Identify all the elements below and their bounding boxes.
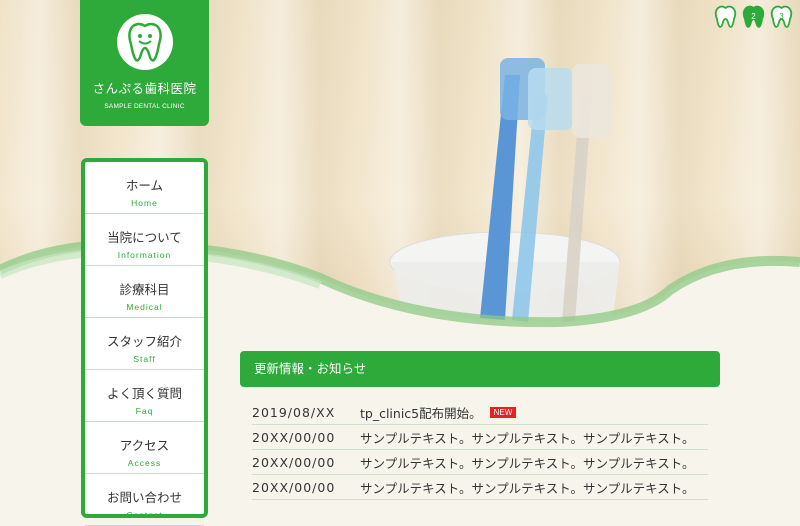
slide-indicator-1[interactable] xyxy=(714,5,737,28)
nav-item-information[interactable]: 当院について Information xyxy=(85,214,204,266)
news-item: 20XX/00/00 サンプルテキスト。サンプルテキスト。サンプルテキスト。 xyxy=(252,425,708,450)
nav-item-sublabel: Faq xyxy=(135,406,154,416)
news-date: 2019/08/XX xyxy=(252,404,336,420)
nav-item-staff[interactable]: スタッフ紹介 Staff xyxy=(85,318,204,370)
slider-indicators: 2 3 xyxy=(714,5,793,28)
nav-item-label: 当院について xyxy=(107,230,182,245)
nav-item-faq[interactable]: よく頂く質問 Faq xyxy=(85,370,204,422)
nav-item-label: アクセス xyxy=(119,438,170,453)
nav-item-label: よく頂く質問 xyxy=(106,386,182,401)
nav-item-access[interactable]: アクセス Access xyxy=(85,422,204,474)
news-link[interactable]: サンプルテキスト。サンプルテキスト。サンプルテキスト。 xyxy=(360,453,695,472)
nav-item-contact[interactable]: お問い合わせ Contact xyxy=(85,474,204,526)
site-logo[interactable]: さんぷる歯科医院 SAMPLE DENTAL CLINIC xyxy=(80,0,209,126)
clinic-name: さんぷる歯科医院 xyxy=(92,81,197,96)
news-link[interactable]: サンプルテキスト。サンプルテキスト。サンプルテキスト。 xyxy=(360,428,695,447)
slide-indicator-2[interactable]: 2 xyxy=(742,5,765,28)
nav-item-medical[interactable]: 診療科目 Medical xyxy=(85,266,204,318)
nav-item-label: ホーム xyxy=(125,178,164,193)
nav-item-home[interactable]: ホーム Home xyxy=(85,162,204,214)
slide-indicator-3[interactable]: 3 xyxy=(770,5,793,28)
nav-item-sublabel: Information xyxy=(117,250,172,260)
nav-item-label: スタッフ紹介 xyxy=(106,334,182,349)
nav-item-sublabel: Staff xyxy=(133,354,156,364)
main-nav: ホーム Home 当院について Information 診療科目 Medical… xyxy=(81,158,208,526)
nav-item-sublabel: Contact xyxy=(126,510,163,520)
nav-item-label: お問い合わせ xyxy=(106,490,182,505)
news-item: 20XX/00/00 サンプルテキスト。サンプルテキスト。サンプルテキスト。 xyxy=(252,475,708,500)
tooth-icon xyxy=(714,5,737,28)
news-list: 2019/08/XX tp_clinic5配布開始。 NEW 20XX/00/0… xyxy=(252,400,708,500)
slide-indicator-label: 2 xyxy=(751,12,756,21)
news-item: 20XX/00/00 サンプルテキスト。サンプルテキスト。サンプルテキスト。 xyxy=(252,450,708,475)
news-date: 20XX/00/00 xyxy=(252,479,336,495)
nav-item-sublabel: Access xyxy=(127,458,162,468)
clinic-subtitle: SAMPLE DENTAL CLINIC xyxy=(104,103,185,110)
tooth-logo-icon xyxy=(116,14,173,70)
news-link[interactable]: tp_clinic5配布開始。 xyxy=(360,403,482,422)
new-badge: NEW xyxy=(489,406,517,418)
nav-item-label: 診療科目 xyxy=(119,282,170,297)
news-item: 2019/08/XX tp_clinic5配布開始。 NEW xyxy=(252,400,708,425)
news-date: 20XX/00/00 xyxy=(252,429,336,445)
news-link[interactable]: サンプルテキスト。サンプルテキスト。サンプルテキスト。 xyxy=(360,478,695,497)
slide-indicator-label: 3 xyxy=(779,12,784,21)
news-heading: 更新情報・お知らせ xyxy=(240,351,720,387)
nav-item-sublabel: Home xyxy=(131,198,158,208)
news-date: 20XX/00/00 xyxy=(252,454,336,470)
nav-item-sublabel: Medical xyxy=(126,302,163,312)
